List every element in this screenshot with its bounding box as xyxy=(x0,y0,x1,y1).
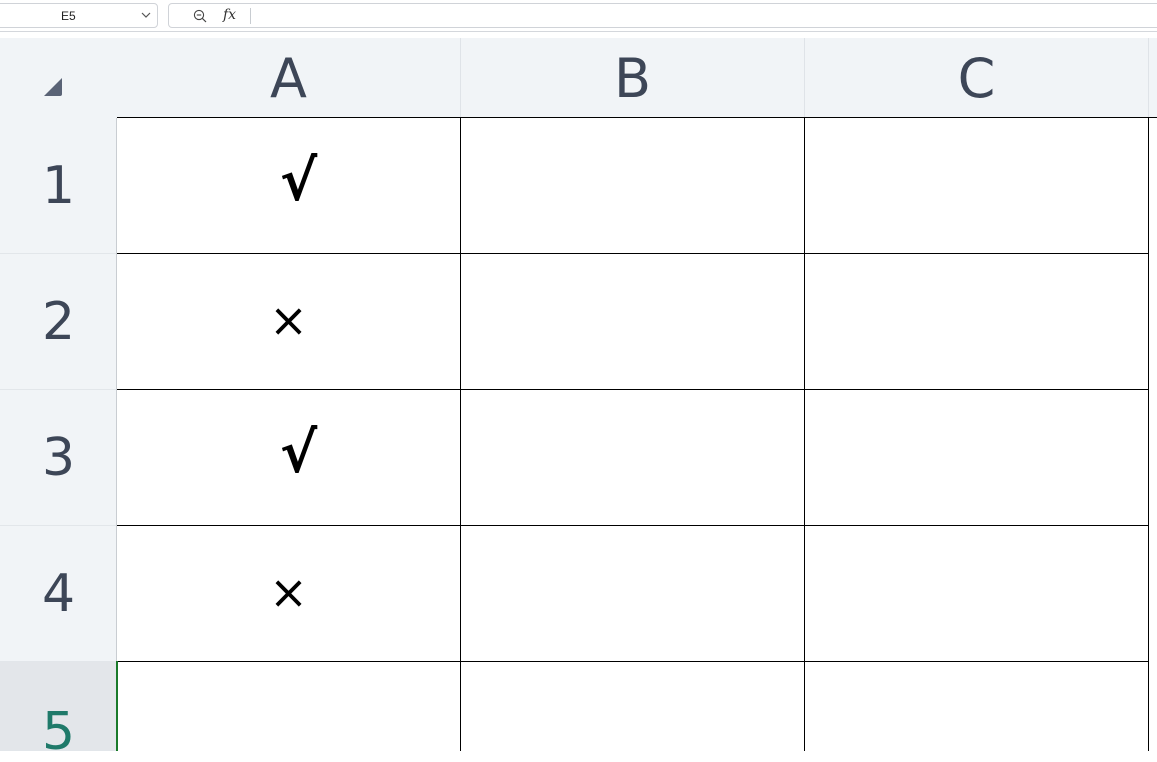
row-header-5[interactable]: 5 xyxy=(0,662,117,762)
cell-b4[interactable] xyxy=(461,526,805,662)
row-header-3[interactable]: 3 xyxy=(0,390,117,526)
formula-bar: E5 fx xyxy=(0,0,1157,32)
zoom-out-icon[interactable] xyxy=(193,9,207,23)
cell-b1[interactable] xyxy=(461,118,805,254)
name-box-value: E5 xyxy=(61,9,76,23)
cell-c2[interactable] xyxy=(805,254,1149,390)
cell-a3[interactable]: √ xyxy=(117,390,461,526)
select-all-triangle-icon[interactable] xyxy=(42,76,64,98)
cell-a5[interactable] xyxy=(117,662,461,751)
cell-b2[interactable] xyxy=(461,254,805,390)
cell-a2[interactable]: × xyxy=(117,254,461,390)
cell-a4-value: × xyxy=(269,564,308,619)
cell-b5[interactable] xyxy=(461,662,805,751)
row-header-2[interactable]: 2 xyxy=(0,254,117,390)
cell-c1[interactable] xyxy=(805,118,1149,254)
name-box[interactable]: E5 xyxy=(0,3,158,28)
cell-c5[interactable] xyxy=(805,662,1149,751)
formula-separator xyxy=(250,8,251,24)
column-header-c[interactable]: C xyxy=(805,38,1149,118)
cell-c3[interactable] xyxy=(805,390,1149,526)
cell-a1[interactable]: √ xyxy=(117,118,461,254)
formula-input[interactable]: fx xyxy=(168,3,1157,28)
row-header-4[interactable]: 4 xyxy=(0,526,117,662)
cell-a2-value: × xyxy=(269,292,308,347)
spreadsheet-grid: A B C 1 √ 2 × 3 √ 4 × 5 xyxy=(0,31,1157,762)
active-cell-indicator xyxy=(116,661,118,751)
chevron-down-icon[interactable] xyxy=(141,10,151,20)
select-all-corner[interactable] xyxy=(0,38,117,118)
grid-left-border xyxy=(116,118,117,661)
column-header-b[interactable]: B xyxy=(461,38,805,118)
cell-c4[interactable] xyxy=(805,526,1149,662)
cell-a3-value: √ xyxy=(279,421,318,486)
row-header-1[interactable]: 1 xyxy=(0,118,117,254)
column-header-a[interactable]: A xyxy=(117,38,461,118)
cell-a1-value: √ xyxy=(279,149,318,214)
cell-b3[interactable] xyxy=(461,390,805,526)
cell-a4[interactable]: × xyxy=(117,526,461,662)
fx-icon[interactable]: fx xyxy=(223,7,236,23)
